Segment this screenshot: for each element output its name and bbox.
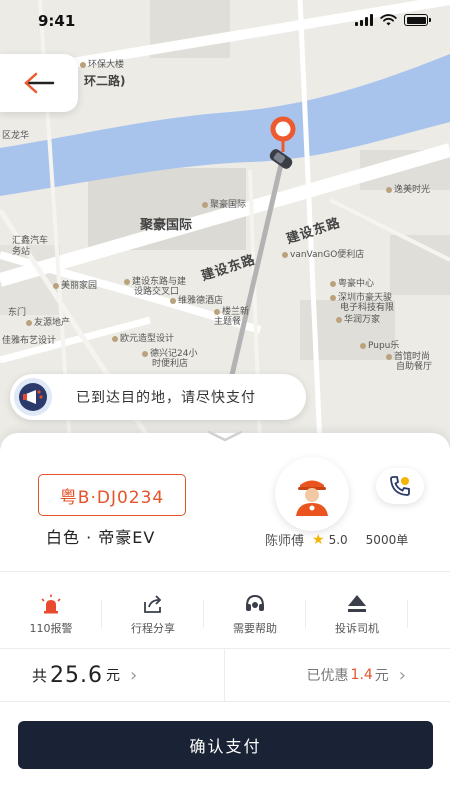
map-label: 区龙华 — [2, 131, 30, 141]
driver-avatar[interactable] — [275, 457, 349, 531]
map-label: 环二路) — [84, 74, 126, 88]
map-label: 美丽家园 — [53, 278, 97, 291]
share-icon — [144, 595, 162, 613]
action-bar: 110报警 行程分享 需要帮助 投诉司机 — [0, 582, 450, 648]
back-button[interactable] — [0, 54, 78, 112]
map-label: 友源地产 — [26, 315, 70, 328]
discount-amount: 1.4 — [350, 667, 373, 683]
driver-order-count: 5000单 — [365, 533, 409, 547]
map-label: 佳雅布艺设计 — [2, 336, 57, 346]
map-label: 环保大楼 — [80, 57, 124, 70]
license-plate: 粤B·DJ0234 — [38, 474, 186, 516]
chevron-right-icon: › — [130, 664, 138, 686]
alarm-light-icon — [41, 594, 61, 614]
need-help-button[interactable]: 需要帮助 — [204, 582, 306, 648]
cellular-signal-icon — [355, 14, 373, 26]
discount-button[interactable]: 已优惠 1.4 元 › — [225, 649, 450, 701]
map-label: 逸美时光 — [386, 182, 430, 195]
fare-total-button[interactable]: 共 25.6 元 › — [0, 649, 225, 701]
driver-rating: 5.0 — [328, 532, 348, 547]
trip-detail-sheet: 粤B·DJ0234 白色 · 帝豪EV 陈师傅 ★ 5.0 5000单 110报… — [0, 433, 450, 800]
fare-row: 共 25.6 元 › 已优惠 1.4 元 › — [0, 649, 450, 701]
map-label: 东门 — [8, 308, 27, 318]
map-label: 时便利店 — [152, 359, 189, 369]
car-description: 白色 · 帝豪EV — [46, 528, 156, 547]
driver-avatar-icon — [296, 480, 328, 516]
action-label: 行程分享 — [131, 622, 175, 635]
battery-icon — [404, 14, 431, 26]
arrival-notice: 已到达目的地，请尽快支付 — [10, 374, 306, 420]
map-label: 自助餐厅 — [396, 362, 433, 372]
share-trip-button[interactable]: 行程分享 — [102, 582, 204, 648]
map-label: 华润万家 — [336, 312, 380, 325]
map-label: 欧元造型设计 — [112, 331, 174, 344]
map-label: 聚豪国际 — [202, 197, 246, 210]
megaphone-icon — [14, 378, 52, 416]
back-arrow-icon — [24, 72, 55, 94]
complaint-icon — [348, 595, 366, 612]
fare-amount: 25.6 — [50, 662, 103, 688]
star-icon: ★ — [312, 531, 325, 548]
confirm-pay-button[interactable]: 确认支付 — [18, 721, 433, 769]
map-view[interactable]: 环保大楼 环二路) 区龙华 聚豪国际 聚豪国际 逸美时光 建设东路 建设东路 v… — [0, 0, 450, 445]
map-label: vanVanGO便利店 — [282, 247, 364, 260]
sheet-collapse-handle[interactable] — [205, 428, 245, 444]
driver-info: 陈师傅 ★ 5.0 5000单 — [265, 530, 409, 550]
fare-unit: 元 — [106, 668, 120, 684]
discount-unit: 元 — [374, 668, 389, 684]
wifi-icon — [380, 14, 397, 26]
status-icons — [355, 14, 431, 26]
call-driver-button[interactable] — [376, 468, 424, 504]
map-label: 务站 — [12, 247, 31, 257]
report-110-button[interactable]: 110报警 — [0, 582, 102, 648]
discount-prefix: 已优惠 — [306, 668, 349, 684]
divider — [0, 701, 450, 702]
headset-icon — [246, 594, 264, 611]
divider — [0, 571, 450, 572]
map-label: 聚豪国际 — [140, 218, 193, 233]
map-label: 粤豪中心 — [330, 276, 374, 289]
arrival-notice-text: 已到达目的地，请尽快支付 — [76, 390, 256, 406]
action-label: 投诉司机 — [335, 622, 379, 635]
driver-name: 陈师傅 — [265, 534, 305, 549]
complain-driver-button[interactable]: 投诉司机 — [306, 582, 408, 648]
car-icon — [269, 149, 293, 169]
action-label: 需要帮助 — [233, 622, 277, 635]
status-time: 9:41 — [38, 12, 76, 30]
action-label: 110报警 — [29, 622, 73, 635]
map-label: 主题餐 — [214, 317, 242, 327]
fare-prefix: 共 — [32, 666, 48, 685]
status-bar: 9:41 — [0, 0, 450, 44]
chevron-right-icon: › — [398, 664, 406, 686]
phone-icon — [390, 476, 410, 496]
